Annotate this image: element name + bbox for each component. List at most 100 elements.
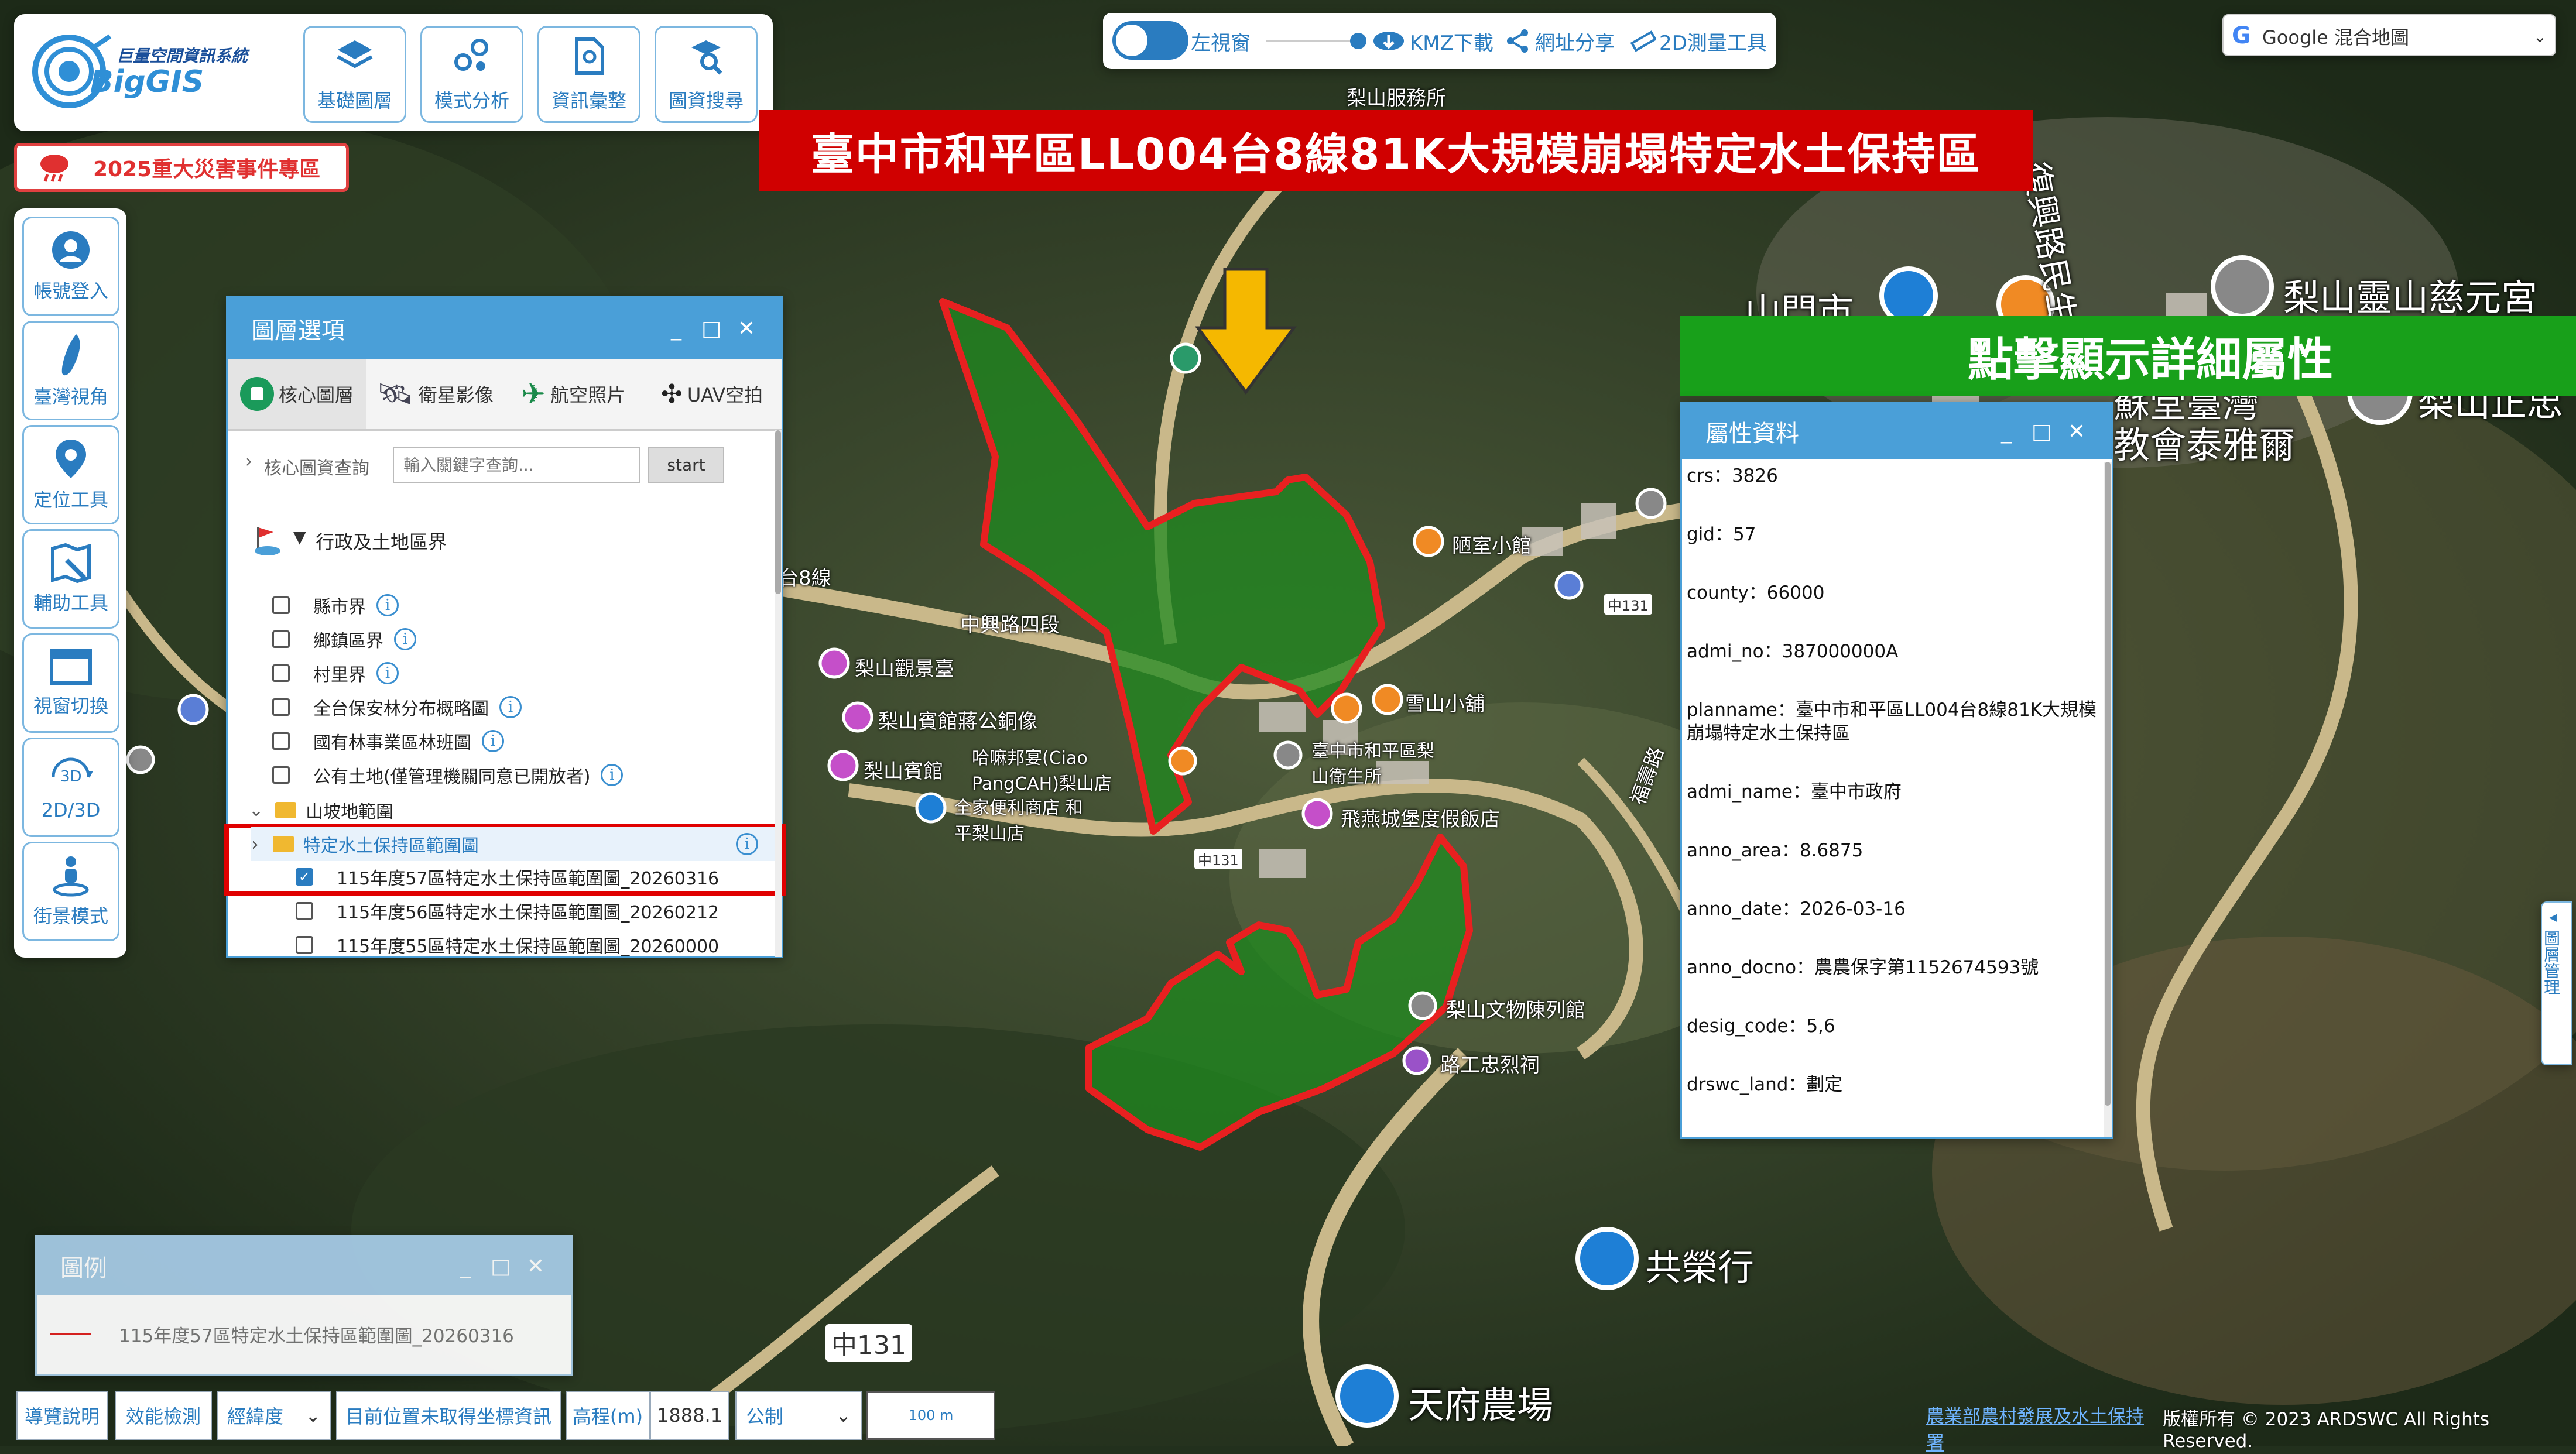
rain-cloud-icon	[37, 146, 72, 189]
map-label-place: 全家便利商店 和平梨山店	[954, 798, 1083, 844]
layers-scrollbar[interactable]	[775, 430, 782, 957]
scale-bar: 100 m	[866, 1391, 995, 1440]
basic-layers-button[interactable]: 基礎圖層	[303, 26, 406, 123]
layer-list-clip: 115年度55區特定水土保持區範圍圖_20260000	[228, 932, 772, 956]
info-icon[interactable]: i	[736, 833, 758, 855]
layer-checkbox[interactable]	[272, 766, 290, 784]
tab-core-layers[interactable]: 核心圖層	[228, 359, 366, 429]
toolbar-label: 基礎圖層	[317, 90, 392, 112]
document-pin-icon	[575, 37, 604, 75]
layer-checkbox[interactable]	[272, 732, 290, 750]
sidebar-label: 帳號登入	[33, 280, 108, 302]
attr-row: county：66000	[1687, 582, 1825, 603]
layer-checkbox-checked[interactable]: ✓	[296, 868, 313, 886]
info-icon[interactable]: i	[601, 764, 624, 786]
sidebar-item-locate[interactable]: 定位工具	[22, 425, 119, 524]
unit-select[interactable]: 公制 ⌄	[735, 1391, 862, 1440]
tab-satellite[interactable]: 🛰 衛星影像	[366, 359, 504, 429]
layer-item[interactable]: 國有林事業區林班圖 i	[272, 724, 504, 758]
layer-checkbox[interactable]	[296, 936, 313, 954]
sidebar-item-taiwan-view[interactable]: 臺灣視角	[22, 321, 119, 420]
query-input[interactable]	[393, 447, 640, 483]
google-icon: G	[2232, 22, 2251, 49]
info-summary-button[interactable]: 資訊彙整	[537, 26, 640, 123]
layer-label: 縣市界	[313, 597, 366, 618]
info-icon[interactable]: i	[394, 628, 416, 650]
minimize-icon[interactable]: _	[1989, 403, 2024, 459]
map-search-button[interactable]: 圖資搜尋	[655, 26, 758, 123]
info-icon[interactable]: i	[376, 662, 399, 684]
guide-button[interactable]: 導覽說明	[16, 1391, 108, 1440]
layer-checkbox[interactable]	[272, 664, 290, 682]
sub-layer-item[interactable]: 115年度55區特定水土保持區範圍圖_20260000	[296, 932, 719, 956]
layer-manage-label: 圖層管理	[2541, 930, 2561, 995]
sidebar-item-window-switch[interactable]: 視窗切換	[22, 633, 119, 733]
close-icon[interactable]: ✕	[729, 298, 764, 359]
attr-row: anno_docno：農農保字第1152674593號	[1687, 957, 2039, 978]
cloud-download-icon	[1372, 29, 1405, 53]
layer-item[interactable]: 公有土地(僅管理機關同意已開放者) i	[272, 758, 624, 792]
basemap-select[interactable]: G Google 混合地圖 ⌄	[2222, 14, 2556, 56]
sidebar-label: 街景模式	[33, 905, 108, 927]
close-icon[interactable]: ✕	[2059, 403, 2094, 459]
opacity-slider[interactable]	[1266, 33, 1366, 49]
search-map-icon	[691, 40, 722, 75]
folder-slopeland[interactable]: ⌄ 山坡地範圍	[249, 793, 393, 827]
minimize-icon[interactable]: _	[448, 1237, 483, 1295]
basemap-value: Google 混合地圖	[2262, 26, 2410, 49]
query-start-button[interactable]: start	[648, 447, 724, 483]
layer-checkbox[interactable]	[272, 698, 290, 716]
attr-row: gid：57	[1687, 524, 1756, 545]
model-analysis-button[interactable]: 模式分析	[420, 26, 523, 123]
top-center-tools: 左視窗 KMZ下載 網址分享 2D測量工具	[1103, 13, 1776, 69]
attribute-panel: 屬性資料 _ □ ✕ crs：3826 gid：57 county：66000 …	[1680, 402, 2113, 1139]
sub-layer-item[interactable]: 115年度56區特定水土保持區範圍圖_20260212	[296, 894, 719, 928]
maximize-icon[interactable]: □	[483, 1237, 518, 1295]
maximize-icon[interactable]: □	[694, 298, 729, 359]
legend-panel: 圖例 _ □ ✕ 115年度57區特定水土保持區範圍圖_20260316	[35, 1235, 573, 1376]
performance-button[interactable]: 效能檢測	[115, 1391, 212, 1440]
info-icon[interactable]: i	[499, 696, 522, 718]
measure-tool-button[interactable]: 2D測量工具	[1630, 18, 1767, 64]
layers-panel-title: 圖層選項	[251, 317, 345, 344]
sidebar-item-2d-3d[interactable]: 3D 2D/3D	[22, 738, 119, 837]
disaster-event-button[interactable]: 2025重大災害事件專區	[14, 143, 349, 192]
layer-checkbox[interactable]	[296, 902, 313, 920]
left-sidebar: 帳號登入 臺灣視角 定位工具 輔助工具 視窗切換 3D 2D/3D 街景模式	[14, 208, 126, 958]
road-code-badge: 中131	[825, 1324, 912, 1362]
tab-uav[interactable]: ✣ UAV空拍	[642, 359, 782, 429]
svg-text:3D: 3D	[60, 768, 82, 786]
attribute-scrollbar[interactable]	[2104, 462, 2112, 1137]
map-label-place: 梨山靈山慈元宮	[2283, 276, 2538, 319]
chevron-down-icon: ⌄	[249, 800, 264, 821]
attr-row: desig_code：5,6	[1687, 1016, 1835, 1037]
close-icon[interactable]: ✕	[518, 1237, 553, 1295]
left-view-toggle[interactable]	[1112, 21, 1188, 60]
left-view-label: 左視窗	[1191, 31, 1251, 55]
folder-swc-zones[interactable]: › 特定水土保持區範圍圖 i	[251, 827, 782, 861]
group-toggle-icon[interactable]: ▼	[293, 527, 306, 547]
sidebar-item-login[interactable]: 帳號登入	[22, 217, 119, 316]
sidebar-item-aux-tools[interactable]: 輔助工具	[22, 529, 119, 629]
coord-mode-select[interactable]: 經緯度 ⌄	[217, 1391, 331, 1440]
layer-item[interactable]: 縣市界 i	[272, 588, 399, 622]
sidebar-item-street-view[interactable]: 街景模式	[22, 842, 119, 941]
layer-item[interactable]: 鄉鎮區界 i	[272, 622, 416, 656]
map-label-place: 陋室小館	[1452, 534, 1532, 558]
sub-layer-item[interactable]: ✓ 115年度57區特定水土保持區範圍圖_20260316	[296, 860, 719, 894]
map-label-place: 路工忠烈祠	[1440, 1054, 1540, 1077]
info-icon[interactable]: i	[376, 594, 399, 616]
layer-item[interactable]: 全台保安林分布概略圖 i	[272, 690, 522, 724]
layer-checkbox[interactable]	[272, 630, 290, 648]
share-url-button[interactable]: 網址分享	[1505, 18, 1615, 64]
kmz-download-button[interactable]: KMZ下載	[1372, 18, 1493, 64]
maximize-icon[interactable]: □	[2024, 403, 2059, 459]
layer-checkbox[interactable]	[272, 596, 290, 614]
layer-manage-tab[interactable]: ◂ 圖層管理	[2541, 901, 2572, 1065]
layer-label: 115年度56區特定水土保持區範圍圖_20260212	[337, 903, 720, 923]
info-icon[interactable]: i	[482, 730, 504, 752]
layer-item[interactable]: 村里界 i	[272, 656, 399, 690]
tab-aerial[interactable]: ✈ 航空照片	[504, 359, 642, 429]
map-label-place: 教會泰雅爾	[2113, 424, 2296, 467]
minimize-icon[interactable]: _	[659, 298, 694, 359]
